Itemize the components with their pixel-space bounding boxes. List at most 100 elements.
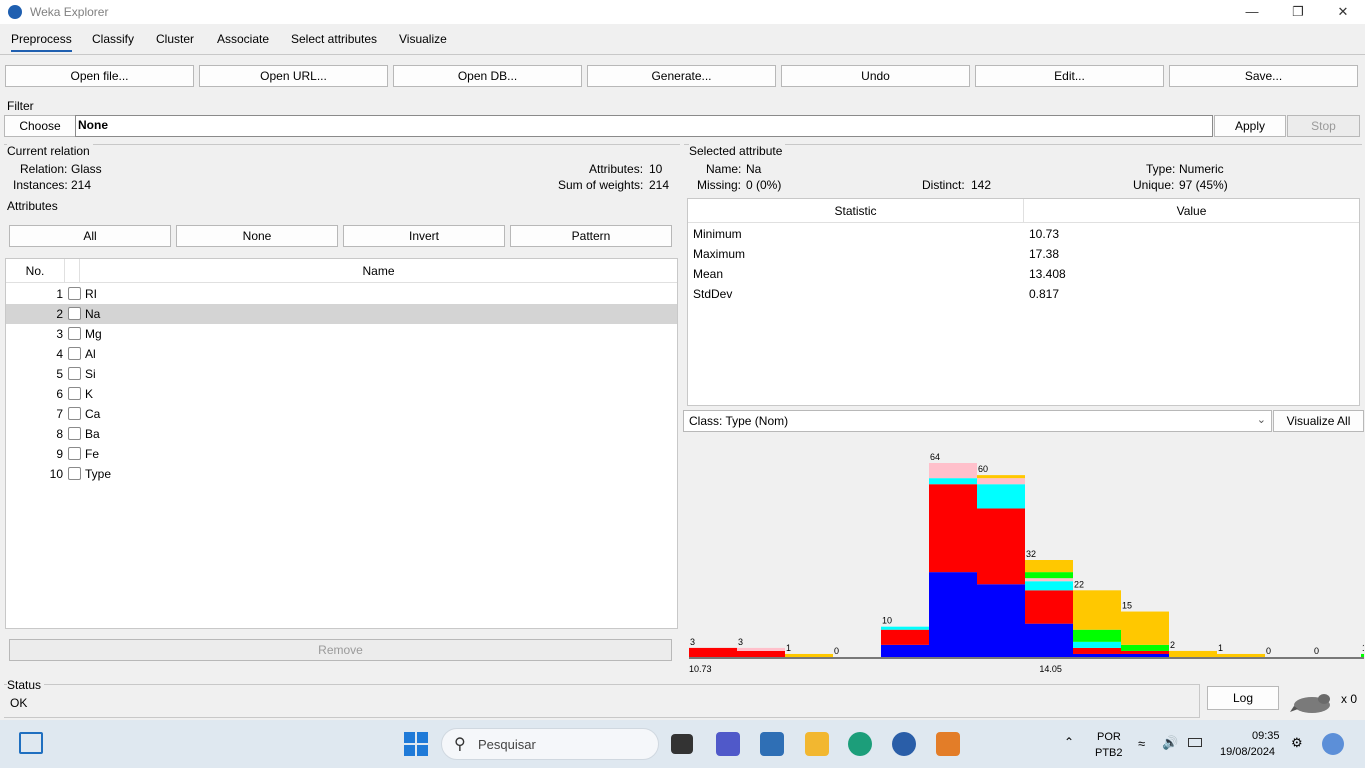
notification-icon[interactable]: ⚙	[1291, 735, 1303, 751]
histogram-bar-segment	[977, 484, 1025, 509]
class-histogram: 33101064603222152100110.7314.0517.38	[689, 452, 1364, 674]
invert-selection-button[interactable]: Invert	[343, 225, 505, 247]
histogram-bar-segment	[1073, 653, 1121, 657]
open-db-button[interactable]: Open DB...	[393, 65, 582, 87]
remove-button[interactable]: Remove	[9, 639, 672, 661]
col-check-header[interactable]	[65, 259, 80, 283]
sum-weights-key: Sum of weights:	[558, 178, 644, 192]
close-button[interactable]: ✕	[1320, 2, 1365, 22]
windows-start-icon[interactable]	[404, 732, 428, 756]
attribute-row[interactable]: 1 RI	[6, 284, 677, 304]
filter-field[interactable]: None	[75, 115, 1213, 137]
chevron-up-icon[interactable]: ⌃	[1064, 735, 1074, 749]
wifi-icon[interactable]: ≈	[1138, 736, 1145, 751]
select-all-button[interactable]: All	[9, 225, 171, 247]
col-name-header[interactable]: Name	[80, 259, 677, 283]
clock-time[interactable]: 09:35	[1252, 730, 1280, 742]
histogram-bar-segment	[689, 647, 737, 657]
status-label: Status	[7, 678, 45, 692]
col-statistic-header[interactable]: Statistic	[688, 199, 1024, 223]
class-select[interactable]: Class: Type (Nom) ⌄	[683, 410, 1272, 432]
axis-tick-label: 14.05	[1039, 664, 1062, 674]
attribute-row[interactable]: 5 Si	[6, 364, 677, 384]
choose-filter-button[interactable]: Choose	[4, 115, 76, 137]
attribute-checkbox[interactable]	[68, 307, 81, 320]
weka-bird-icon	[1290, 694, 1330, 713]
undo-button[interactable]: Undo	[781, 65, 970, 87]
keyboard-layout[interactable]: PTB2	[1095, 747, 1123, 759]
tab-preprocess[interactable]: Preprocess	[11, 32, 72, 52]
tab-cluster[interactable]: Cluster	[156, 32, 194, 46]
attribute-row[interactable]: 4 Al	[6, 344, 677, 364]
restore-button[interactable]: ❐	[1275, 2, 1321, 22]
generate-button[interactable]: Generate...	[587, 65, 776, 87]
histogram-bar-segment	[929, 463, 977, 479]
attribute-row[interactable]: 3 Mg	[6, 324, 677, 344]
file-explorer-icon[interactable]	[805, 732, 829, 756]
log-button[interactable]: Log	[1207, 686, 1279, 710]
pattern-button[interactable]: Pattern	[510, 225, 672, 247]
histogram-bar-segment	[737, 650, 785, 657]
store-app-icon[interactable]	[760, 732, 784, 756]
attribute-checkbox[interactable]	[68, 447, 81, 460]
attribute-name: Na	[85, 307, 101, 321]
axis-tick-label: 10.73	[689, 664, 712, 674]
stop-button[interactable]: Stop	[1287, 115, 1360, 137]
bin-count-label: 1	[1218, 643, 1223, 653]
terminal-app-icon[interactable]	[671, 734, 693, 754]
open-file-button[interactable]: Open file...	[5, 65, 194, 87]
attribute-row[interactable]: 10 Type	[6, 464, 677, 484]
attribute-checkbox[interactable]	[68, 407, 81, 420]
stat-name: Minimum	[693, 227, 742, 241]
attribute-checkbox[interactable]	[68, 467, 81, 480]
copilot-icon[interactable]	[1322, 733, 1344, 755]
edge-browser-icon[interactable]	[848, 732, 872, 756]
attribute-checkbox[interactable]	[68, 327, 81, 340]
clock-date[interactable]: 19/08/2024	[1220, 746, 1275, 758]
filter-label: Filter	[7, 99, 34, 113]
attribute-row[interactable]: 6K	[6, 384, 677, 404]
widgets-icon[interactable]	[19, 732, 43, 754]
bin-count-label: 1	[786, 643, 791, 653]
tab-classify[interactable]: Classify	[92, 32, 134, 46]
taskbar-search[interactable]: ⚲ Pesquisar	[441, 728, 659, 760]
bin-count-label: 3	[738, 637, 743, 647]
attribute-checkbox[interactable]	[68, 347, 81, 360]
col-no-header[interactable]: No.	[6, 259, 65, 283]
attribute-row[interactable]: 7 Ca	[6, 404, 677, 424]
save-button[interactable]: Save...	[1169, 65, 1358, 87]
attribute-row[interactable]: 2 Na	[6, 304, 677, 324]
weka-explorer-taskbar-icon[interactable]	[936, 732, 960, 756]
tab-visualize[interactable]: Visualize	[399, 32, 447, 46]
histogram-bar-segment	[977, 475, 1025, 479]
stat-name: StdDev	[693, 287, 733, 301]
sum-weights-value: 214	[649, 178, 670, 192]
histogram-bar-segment	[1217, 653, 1265, 657]
attribute-checkbox[interactable]	[68, 427, 81, 440]
col-value-header[interactable]: Value	[1024, 199, 1359, 223]
visualize-all-button[interactable]: Visualize All	[1273, 410, 1364, 432]
volume-icon[interactable]: 🔊	[1162, 735, 1178, 751]
instances-key: Instances:	[13, 178, 68, 192]
select-none-button[interactable]: None	[176, 225, 338, 247]
stat-value: 0.817	[1029, 287, 1060, 301]
attribute-number: 9	[56, 447, 63, 461]
open-url-button[interactable]: Open URL...	[199, 65, 388, 87]
apply-button[interactable]: Apply	[1214, 115, 1286, 137]
weka-taskbar-icon[interactable]	[892, 732, 916, 756]
attribute-name: K	[85, 387, 94, 401]
attribute-checkbox[interactable]	[68, 367, 81, 380]
tab-select-attributes[interactable]: Select attributes	[291, 32, 377, 46]
attribute-name: RI	[85, 287, 97, 301]
edit-button[interactable]: Edit...	[975, 65, 1164, 87]
input-language[interactable]: POR	[1097, 731, 1121, 743]
minimize-button[interactable]: —	[1229, 2, 1275, 22]
attribute-checkbox[interactable]	[68, 387, 81, 400]
relation-key: Relation:	[20, 162, 68, 176]
attribute-checkbox[interactable]	[68, 287, 81, 300]
attribute-row[interactable]: 9 Fe	[6, 444, 677, 464]
battery-icon[interactable]	[1188, 738, 1202, 747]
teams-app-icon[interactable]	[716, 732, 740, 756]
tab-associate[interactable]: Associate	[217, 32, 269, 46]
attribute-row[interactable]: 8 Ba	[6, 424, 677, 444]
